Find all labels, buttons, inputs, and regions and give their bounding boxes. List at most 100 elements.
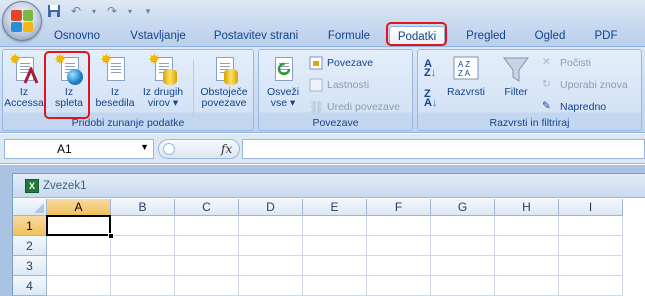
cell[interactable] (367, 216, 431, 236)
refresh-all-button[interactable]: Osveži vse ▾ (261, 53, 305, 115)
ribbon-tabs: Osnovno Vstavljanje Postavitev strani Fo… (0, 22, 645, 46)
group-label-external: Pridobi zunanje podatke (71, 117, 185, 129)
row-header[interactable]: 4 (13, 276, 47, 296)
column-header[interactable]: A (47, 199, 111, 216)
cell[interactable] (495, 276, 559, 296)
undo-icon[interactable]: ↶ (68, 3, 84, 19)
cell[interactable] (559, 276, 623, 296)
sort-za-button[interactable]: Z A↓ (424, 88, 438, 109)
cell[interactable] (367, 276, 431, 296)
cell[interactable] (495, 216, 559, 236)
tab-osnovno[interactable]: Osnovno (48, 26, 106, 46)
column-header[interactable]: D (239, 199, 303, 216)
from-web-button[interactable]: ✸ Iz spleta (48, 52, 90, 115)
undo-dropdown-icon[interactable]: ▾ (90, 3, 98, 19)
tab-pdf[interactable]: PDF (586, 26, 626, 46)
cell[interactable] (495, 256, 559, 276)
sort-za-icon: Z A↓ (424, 88, 438, 109)
office-button[interactable] (2, 1, 42, 41)
edit-links-button[interactable]: ⛓ Uredi povezave (309, 98, 400, 116)
filter-funnel-icon (501, 53, 531, 85)
cell[interactable] (175, 216, 239, 236)
cell[interactable] (431, 216, 495, 236)
cell[interactable] (239, 276, 303, 296)
connections-icon (309, 56, 323, 70)
column-header[interactable]: F (367, 199, 431, 216)
cell[interactable] (111, 276, 175, 296)
customize-icon[interactable]: ▾ (140, 3, 156, 19)
redo-dropdown-icon[interactable]: ▾ (126, 3, 134, 19)
name-box-dropdown-icon[interactable]: ▼ (140, 142, 149, 152)
column-header[interactable]: H (495, 199, 559, 216)
office-logo-icon (11, 10, 33, 32)
cell[interactable] (559, 236, 623, 256)
row-header[interactable]: 3 (13, 256, 47, 276)
advanced-label: Napredno (560, 101, 607, 113)
tab-ogled[interactable]: Ogled (524, 26, 576, 46)
cell[interactable] (175, 276, 239, 296)
existing-connections-button[interactable]: Obstoječe povezave (196, 53, 252, 115)
cell[interactable] (431, 256, 495, 276)
redo-icon[interactable]: ↷ (104, 3, 120, 19)
cell[interactable] (175, 256, 239, 276)
cell[interactable] (559, 256, 623, 276)
from-access-line2: Accessa (4, 97, 44, 109)
cell[interactable] (303, 236, 367, 256)
expand-handle-icon[interactable] (163, 143, 175, 155)
fill-handle[interactable] (108, 233, 114, 239)
column-header[interactable]: E (303, 199, 367, 216)
formula-input[interactable] (242, 139, 645, 159)
cell[interactable] (111, 256, 175, 276)
formula-controls: fx (158, 139, 240, 159)
cell[interactable] (175, 236, 239, 256)
cell[interactable] (559, 216, 623, 236)
tab-podatki[interactable]: Podatki (389, 26, 445, 46)
cell[interactable] (239, 236, 303, 256)
cell[interactable] (303, 256, 367, 276)
cell[interactable] (111, 216, 175, 236)
insert-function-icon[interactable]: fx (221, 142, 232, 156)
cell[interactable] (239, 256, 303, 276)
sort-button[interactable]: A ZZ A Razvrsti (444, 53, 488, 115)
properties-button[interactable]: Lastnosti (309, 76, 369, 94)
cell[interactable] (367, 236, 431, 256)
save-icon[interactable] (46, 3, 62, 19)
other-sources-icon: ✸ (148, 52, 178, 85)
clear-button[interactable]: ✕ Počisti (542, 54, 591, 72)
select-all-corner[interactable] (13, 199, 47, 216)
tab-formule[interactable]: Formule (318, 26, 380, 46)
cell[interactable] (111, 236, 175, 256)
row-header[interactable]: 2 (13, 236, 47, 256)
advanced-button[interactable]: ✎ Napredno (542, 98, 606, 116)
cell[interactable] (495, 236, 559, 256)
reapply-icon: ↻ (542, 78, 551, 90)
cell[interactable] (303, 216, 367, 236)
tab-postavitev-strani[interactable]: Postavitev strani (206, 26, 306, 46)
connections-button[interactable]: Povezave (309, 54, 373, 72)
cell[interactable] (367, 256, 431, 276)
column-header[interactable]: G (431, 199, 495, 216)
cell[interactable] (303, 276, 367, 296)
tab-pregled[interactable]: Pregled (456, 26, 516, 46)
cell[interactable] (47, 256, 111, 276)
name-box[interactable]: A1 ▼ (4, 139, 154, 159)
cell[interactable] (431, 236, 495, 256)
from-other-sources-button[interactable]: ✸ Iz drugih virov ▾ (138, 52, 188, 115)
sort-az-button[interactable]: A Z↓ (424, 59, 436, 79)
column-header[interactable]: I (559, 199, 623, 216)
row-header[interactable]: 1 (13, 216, 47, 236)
filter-button[interactable]: Filter (494, 53, 538, 115)
from-text-button[interactable]: ✸ Iz besedila (94, 52, 136, 115)
group-separator (193, 60, 194, 118)
tab-vstavljanje[interactable]: Vstavljanje (118, 26, 198, 46)
cell[interactable] (47, 236, 111, 256)
column-header[interactable]: B (111, 199, 175, 216)
column-header[interactable]: C (175, 199, 239, 216)
reapply-button[interactable]: ↻ Uporabi znova (542, 76, 628, 94)
cell[interactable] (239, 216, 303, 236)
active-cell[interactable] (46, 215, 111, 236)
cell[interactable] (47, 276, 111, 296)
from-access-button[interactable]: ✸ Iz Accessa (3, 52, 45, 115)
cell[interactable] (431, 276, 495, 296)
group-label-sort: Razvrsti in filtriraj (489, 117, 570, 129)
